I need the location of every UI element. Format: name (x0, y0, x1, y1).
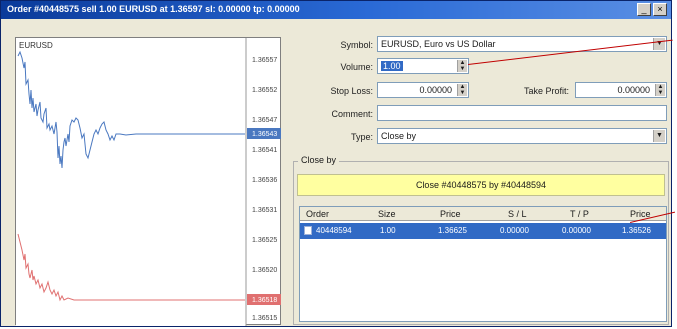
column-header-order[interactable]: Order (306, 209, 329, 219)
price-tick: 1.36520 (252, 267, 277, 274)
symbol-value: EURUSD, Euro vs US Dollar (381, 39, 496, 49)
price-tick: 1.36525 (252, 237, 277, 244)
type-value: Close by (381, 131, 417, 141)
stop-loss-field[interactable]: 0.00000 ▲ ▼ (377, 82, 469, 98)
price-tick: 1.36557 (252, 57, 277, 64)
comment-label: Comment: (331, 109, 373, 119)
row-size: 1.00 (380, 226, 396, 235)
close-by-button[interactable]: Close #40448575 by #40448594 (297, 174, 665, 196)
take-profit-field[interactable]: 0.00000 ▲ ▼ (575, 82, 667, 98)
table-header: Order Size Price S / L T / P Price (300, 207, 666, 221)
order-icon (304, 226, 312, 235)
comment-field[interactable] (377, 105, 667, 121)
chart-symbol-label: EURUSD (19, 41, 53, 50)
column-header-price[interactable]: Price (440, 209, 461, 219)
table-row[interactable]: 40448594 1.00 1.36625 0.00000 0.00000 1.… (300, 223, 666, 239)
price-tick: 1.36541 (252, 147, 277, 154)
price-tick: 1.36547 (252, 117, 277, 124)
close-by-group-label: Close by (298, 155, 340, 165)
row-order: 40448594 (316, 226, 352, 235)
symbol-select[interactable]: EURUSD, Euro vs US Dollar ▼ (377, 36, 667, 52)
take-profit-spinner-icon[interactable]: ▲ ▼ (655, 84, 665, 96)
column-header-tp[interactable]: T / P (570, 209, 589, 219)
price-ticks: 1.36557 1.36552 1.36547 1.36541 1.36536 … (252, 57, 277, 322)
volume-value: 1.00 (381, 61, 403, 71)
price-tick: 1.36515 (252, 315, 277, 322)
column-header-sl[interactable]: S / L (508, 209, 527, 219)
take-profit-label: Take Profit: (523, 86, 569, 96)
row-tp: 0.00000 (562, 226, 591, 235)
volume-spinner-icon[interactable]: ▲ ▼ (457, 60, 467, 72)
row-sl: 0.00000 (500, 226, 529, 235)
order-dialog: Order #40448575 sell 1.00 EURUSD at 1.36… (0, 0, 672, 327)
close-by-orders-table[interactable]: Order Size Price S / L T / P Price 40448… (299, 206, 667, 322)
stop-loss-spinner-icon[interactable]: ▲ ▼ (457, 84, 467, 96)
row-current-price: 1.36526 (622, 226, 651, 235)
type-label: Type: (350, 132, 373, 142)
stop-loss-value: 0.00000 (419, 85, 452, 95)
price-tick: 1.36531 (252, 207, 277, 214)
volume-field[interactable]: 1.00 ▲ ▼ (377, 58, 469, 74)
title-bar[interactable]: Order #40448575 sell 1.00 EURUSD at 1.36… (1, 1, 671, 19)
volume-label: Volume: (340, 62, 373, 72)
column-header-size[interactable]: Size (378, 209, 396, 219)
take-profit-value: 0.00000 (617, 85, 650, 95)
minimize-button[interactable]: _ (637, 3, 651, 16)
type-select[interactable]: Close by ▼ (377, 128, 667, 144)
tick-chart-canvas: EURUSD 1.36557 1.36552 1.36547 1.36541 1… (16, 38, 281, 326)
bid-price-label: 1.36543 (252, 131, 277, 138)
close-button[interactable]: × (653, 3, 667, 16)
tick-chart: EURUSD 1.36557 1.36552 1.36547 1.36541 1… (15, 37, 281, 326)
window-title: Order #40448575 sell 1.00 EURUSD at 1.36… (7, 4, 300, 14)
ask-price-label: 1.36518 (252, 297, 277, 304)
plot-area (16, 38, 246, 326)
chevron-down-icon[interactable]: ▼ (653, 130, 665, 142)
price-tick: 1.36536 (252, 177, 277, 184)
price-tick: 1.36552 (252, 87, 277, 94)
symbol-label: Symbol: (340, 40, 373, 50)
row-price: 1.36625 (438, 226, 467, 235)
stop-loss-label: Stop Loss: (330, 86, 373, 96)
